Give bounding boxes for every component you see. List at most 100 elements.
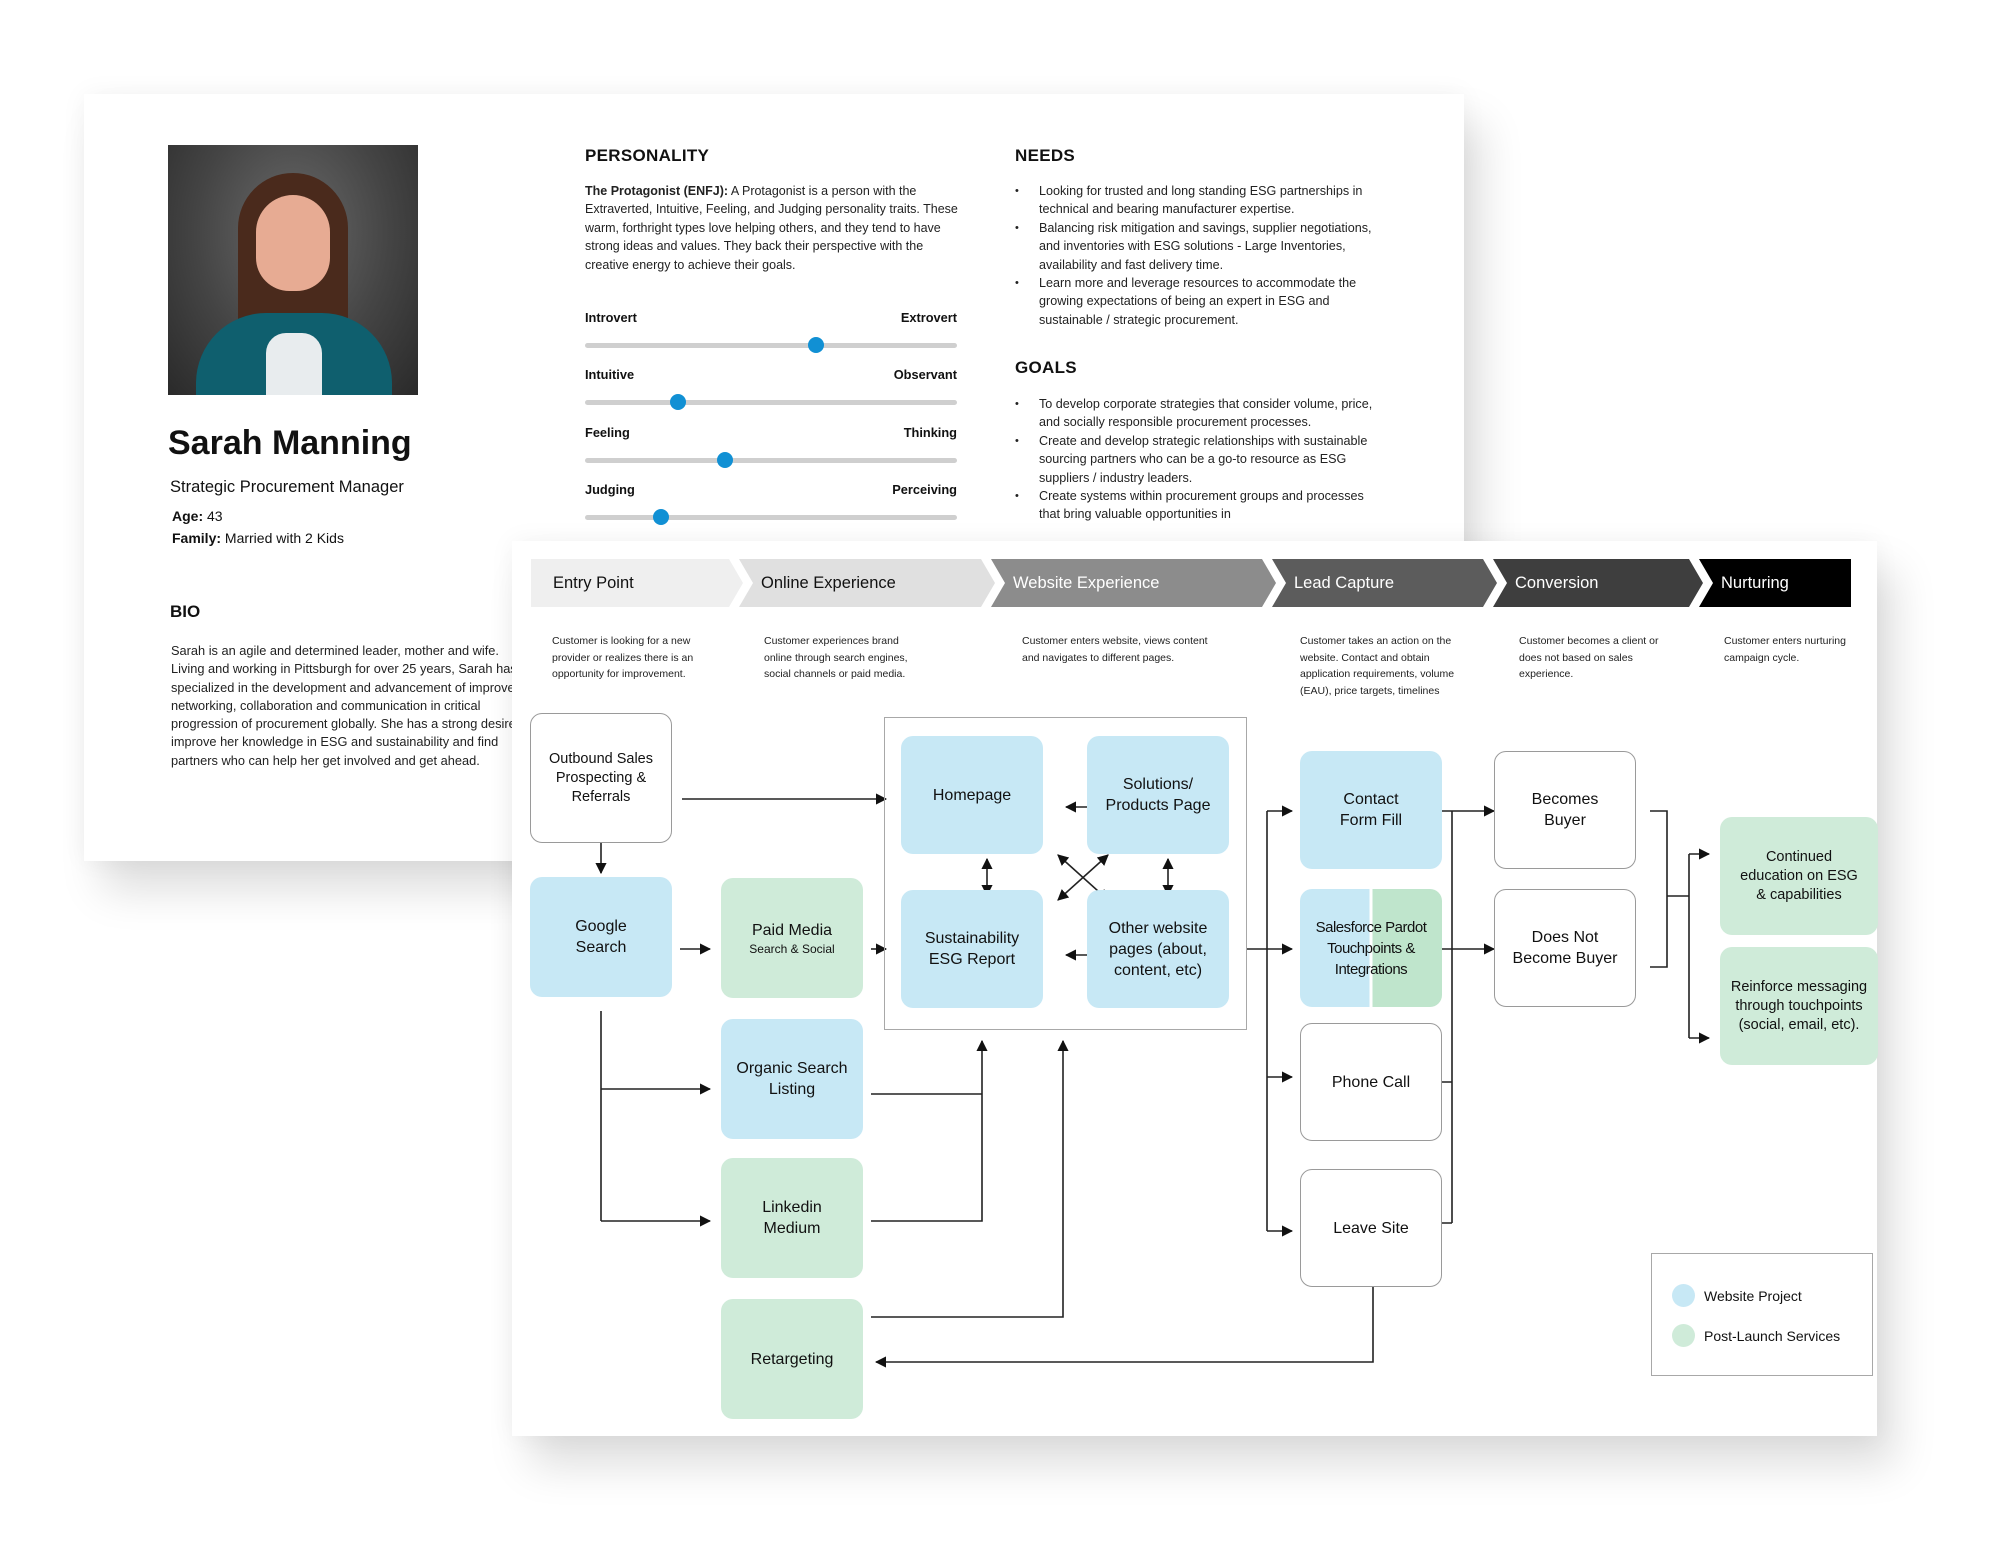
arrow-retargeting-to-website xyxy=(871,1039,1069,1318)
slider-handle[interactable] xyxy=(807,337,824,353)
node-retargeting[interactable]: Retargeting xyxy=(721,1299,863,1419)
legend-label: Website Project xyxy=(1704,1287,1802,1304)
node-outbound-sales[interactable]: Outbound Sales Prospecting & Referrals xyxy=(530,713,672,843)
persona-age: Age: 43 xyxy=(172,508,223,524)
slider-handle[interactable] xyxy=(653,509,670,525)
family-label: Family: xyxy=(172,530,222,546)
node-label: Outbound Sales Prospecting & Referrals xyxy=(549,750,653,805)
color-legend: Website Project Post-Launch Services xyxy=(1651,1253,1873,1376)
node-label: Leave Site xyxy=(1333,1219,1409,1237)
stage-conversion: Conversion xyxy=(1493,559,1703,607)
bio-text: Sarah is an agile and determined leader,… xyxy=(171,643,530,768)
node-phone-call[interactable]: Phone Call xyxy=(1300,1023,1442,1141)
slider-left-label: Feeling xyxy=(585,425,630,440)
stage-lead-capture: Lead Capture xyxy=(1272,559,1497,607)
node-label: Reinforce messaging through touchpoints … xyxy=(1730,978,1868,1033)
arrow-leave-to-retargeting xyxy=(874,1279,1374,1368)
node-label: Other website pages (about, content, etc… xyxy=(1108,919,1208,979)
age-label: Age: xyxy=(172,508,204,524)
goals-item: Create and develop strategic relationshi… xyxy=(1015,432,1385,487)
node-label: Does Not Become Buyer xyxy=(1512,929,1618,967)
needs-item: Looking for trusted and long standing ES… xyxy=(1015,182,1385,219)
slider-feeling-thinking[interactable]: Feeling Thinking xyxy=(585,425,957,471)
slider-handle[interactable] xyxy=(670,394,686,410)
node-homepage[interactable]: Homepage xyxy=(901,736,1043,854)
legend-swatch xyxy=(1672,1324,1695,1347)
slider-handle[interactable] xyxy=(716,452,733,468)
node-label: Homepage xyxy=(932,786,1012,804)
node-linkedin-medium[interactable]: Linkedin Medium xyxy=(721,1158,863,1278)
node-sustainability-report[interactable]: Sustainability ESG Report xyxy=(901,890,1043,1008)
needs-item: Learn more and leverage resources to acc… xyxy=(1015,274,1385,329)
node-label: Linkedin Medium xyxy=(762,1199,822,1237)
node-label: Organic Search Listing xyxy=(736,1060,848,1098)
paid-media-title: Paid Media xyxy=(751,921,833,939)
slider-left-label: Intuitive xyxy=(585,367,635,382)
node-google-search[interactable]: Google Search xyxy=(530,877,672,997)
slider-track xyxy=(585,458,957,463)
persona-photo xyxy=(168,145,418,395)
line-buyer-out xyxy=(1650,810,1668,968)
photo-shirt xyxy=(266,333,322,395)
stage-description: Customer becomes a client or does not ba… xyxy=(1519,635,1659,680)
node-label: Sustainability ESG Report xyxy=(924,930,1020,968)
node-other-pages[interactable]: Other website pages (about, content, etc… xyxy=(1087,890,1229,1008)
node-continued-education[interactable]: Continued education on ESG & capabilitie… xyxy=(1720,817,1878,935)
node-label: Salesforce Pardot Touchpoints & Integrat… xyxy=(1315,918,1427,978)
stage-label: Website Experience xyxy=(1013,573,1160,592)
age-value: 43 xyxy=(207,508,223,524)
slider-intuitive-observant[interactable]: Intuitive Observant xyxy=(585,367,957,413)
legend-label: Post-Launch Services xyxy=(1704,1327,1841,1344)
node-label: Google Search xyxy=(575,918,627,956)
customer-journey-card: Entry Point Online Experience Website Ex… xyxy=(512,541,1878,1436)
stage-label: Lead Capture xyxy=(1294,573,1394,592)
stage-description: Customer experiences brand online throug… xyxy=(764,635,908,680)
stage-website-experience: Website Experience xyxy=(991,559,1276,607)
journey-stage-bar: Entry Point Online Experience Website Ex… xyxy=(531,559,1851,607)
stage-online-experience: Online Experience xyxy=(739,559,995,607)
legend-item-post-launch: Post-Launch Services xyxy=(1672,1324,1840,1347)
slider-right-label: Observant xyxy=(893,367,957,382)
stage-nurturing: Nurturing xyxy=(1699,559,1851,607)
node-solutions-products[interactable]: Solutions/ Products Page xyxy=(1087,736,1229,854)
goals-item: Create systems within procurement groups… xyxy=(1015,487,1385,524)
node-does-not-become-buyer[interactable]: Does Not Become Buyer xyxy=(1494,889,1636,1007)
slider-judging-perceiving[interactable]: Judging Perceiving xyxy=(585,482,957,528)
stage-label: Conversion xyxy=(1515,573,1599,592)
needs-list: Looking for trusted and long standing ES… xyxy=(1015,182,1385,329)
stage-description: Customer is looking for a new provider o… xyxy=(552,635,694,680)
node-label: Becomes Buyer xyxy=(1531,791,1599,829)
goals-list: To develop corporate strategies that con… xyxy=(1015,395,1385,524)
slider-introvert-extrovert[interactable]: Introvert Extrovert xyxy=(585,310,957,356)
personality-type: The Protagonist (ENFJ): xyxy=(585,184,729,198)
persona-family: Family: Married with 2 Kids xyxy=(172,530,344,546)
node-contact-form[interactable]: Contact Form Fill xyxy=(1300,751,1442,869)
bio-heading: BIO xyxy=(170,602,201,621)
slider-left-label: Introvert xyxy=(585,310,637,325)
stage-description: Customer takes an action on the website.… xyxy=(1300,635,1455,697)
persona-role: Strategic Procurement Manager xyxy=(170,478,404,496)
node-becomes-buyer[interactable]: Becomes Buyer xyxy=(1494,751,1636,869)
slider-right-label: Extrovert xyxy=(900,310,957,325)
slider-left-label: Judging xyxy=(585,482,635,497)
stage-entry-point: Entry Point xyxy=(531,559,743,607)
stage-label: Nurturing xyxy=(1721,573,1789,592)
node-leave-site[interactable]: Leave Site xyxy=(1300,1169,1442,1287)
paid-media-subtitle: Search & Social xyxy=(749,941,835,956)
slider-track xyxy=(585,515,957,520)
slider-track xyxy=(585,343,957,348)
stage-label: Entry Point xyxy=(553,573,634,592)
family-value: Married with 2 Kids xyxy=(224,530,344,546)
stage-description: Customer enters nurturing campaign cycle… xyxy=(1724,635,1846,664)
node-reinforce-messaging[interactable]: Reinforce messaging through touchpoints … xyxy=(1720,947,1878,1065)
node-organic-search[interactable]: Organic Search Listing xyxy=(721,1019,863,1139)
persona-name: Sarah Manning xyxy=(168,424,412,462)
node-label: Solutions/ Products Page xyxy=(1105,776,1211,814)
needs-heading: NEEDS xyxy=(1015,146,1076,165)
stage-label: Online Experience xyxy=(761,573,896,592)
node-paid-media[interactable]: Paid Media Search & Social xyxy=(721,878,863,998)
personality-description: The Protagonist (ENFJ): A Protagonist is… xyxy=(585,182,965,274)
node-salesforce-pardot[interactable]: Salesforce Pardot Touchpoints & Integrat… xyxy=(1300,889,1442,1007)
node-label: Paid Media Search & Social xyxy=(749,920,834,957)
slider-right-label: Thinking xyxy=(903,425,957,440)
